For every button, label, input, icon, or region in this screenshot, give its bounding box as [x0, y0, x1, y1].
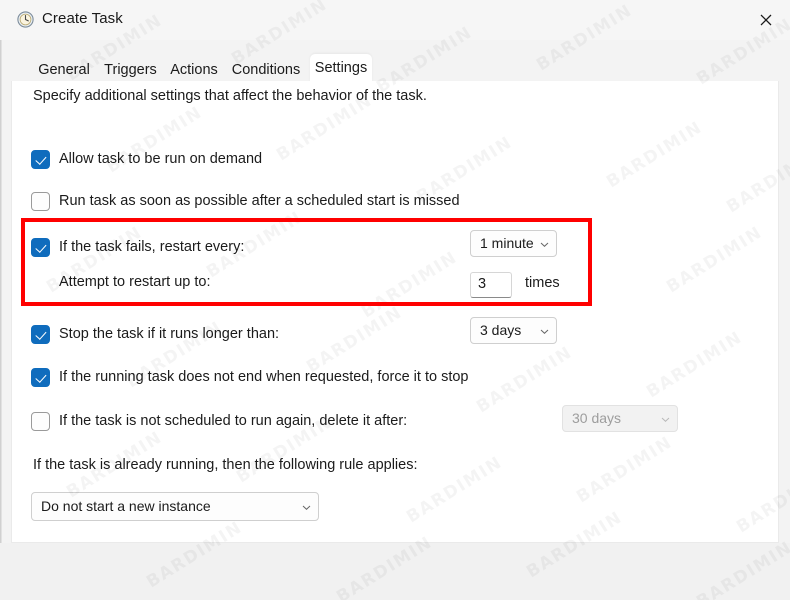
label-run-asap-after-missed-start: Run task as soon as possible after a sch…: [59, 193, 460, 209]
window-left-edge: [0, 0, 2, 600]
label-delete-if-not-rescheduled: If the task is not scheduled to run agai…: [59, 413, 408, 429]
tab-settings[interactable]: Settings: [310, 54, 372, 82]
delete-after-value: 30 days: [572, 410, 622, 426]
tab-actions[interactable]: Actions: [163, 58, 225, 82]
label-force-stop-if-not-ending: If the running task does not end when re…: [59, 369, 469, 385]
dialog-footer: OK Cancel: [0, 543, 790, 600]
label-restart-on-failure: If the task fails, restart every:: [59, 239, 245, 255]
chevron-down-icon: [540, 327, 549, 336]
label-stop-if-runs-longer: Stop the task if it runs longer than:: [59, 326, 280, 342]
restart-interval-combobox[interactable]: 1 minute: [470, 230, 557, 257]
window-title: Create Task: [42, 10, 123, 27]
already-running-rule-combobox[interactable]: Do not start a new instance: [31, 492, 319, 521]
tab-general[interactable]: General: [30, 58, 98, 82]
restart-interval-value: 1 minute: [480, 235, 534, 251]
chevron-down-icon: [540, 240, 549, 249]
attempt-restart-label: Attempt to restart up to:: [59, 274, 211, 290]
panel-description: Specify additional settings that affect …: [33, 88, 427, 104]
checkbox-delete-if-not-rescheduled[interactable]: [31, 412, 50, 431]
close-icon[interactable]: [746, 5, 786, 35]
settings-tab-panel: Specify additional settings that affect …: [11, 81, 779, 543]
already-running-rule-value: Do not start a new instance: [41, 498, 211, 514]
already-running-rule-label: If the task is already running, then the…: [33, 457, 418, 473]
checkbox-force-stop-if-not-ending[interactable]: [31, 368, 50, 387]
clock-icon: [17, 11, 34, 28]
checkbox-run-asap-after-missed-start[interactable]: [31, 192, 50, 211]
stop-after-combobox[interactable]: 3 days: [470, 317, 557, 344]
tab-triggers[interactable]: Triggers: [98, 58, 163, 82]
checkbox-stop-if-runs-longer[interactable]: [31, 325, 50, 344]
label-allow-run-on-demand: Allow task to be run on demand: [59, 151, 263, 167]
restart-count-input[interactable]: 3: [470, 272, 512, 298]
times-label: times: [525, 275, 560, 291]
chevron-down-icon: [302, 503, 311, 512]
title-bar: Create Task: [0, 0, 790, 40]
delete-after-combobox: 30 days: [562, 405, 678, 432]
tab-conditions[interactable]: Conditions: [225, 58, 307, 82]
tab-strip: General Triggers Actions Conditions Settings: [10, 54, 780, 82]
checkbox-allow-run-on-demand[interactable]: [31, 150, 50, 169]
create-task-dialog: Create Task General Triggers Actions Condit…: [0, 0, 790, 600]
checkbox-restart-on-failure[interactable]: [31, 238, 50, 257]
chevron-down-icon: [661, 415, 670, 424]
restart-count-value: 3: [478, 276, 487, 292]
stop-after-value: 3 days: [480, 322, 522, 338]
